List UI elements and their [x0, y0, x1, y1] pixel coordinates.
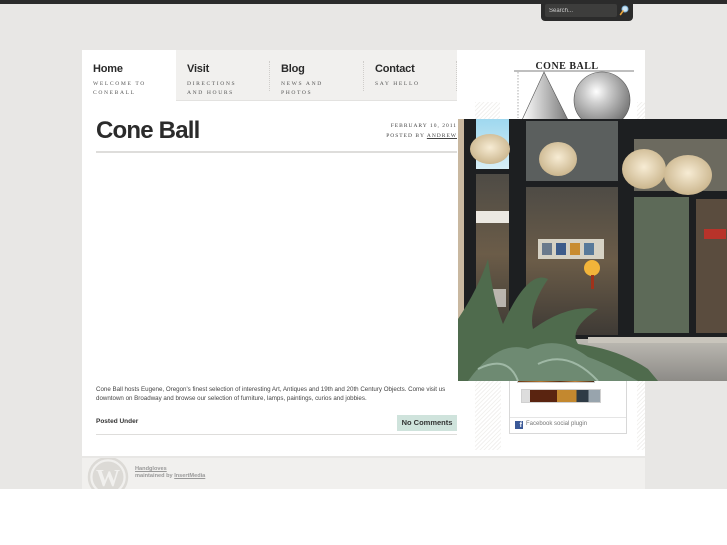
svg-text:W: W	[96, 466, 120, 489]
facebook-photo-thumbnail[interactable]	[521, 389, 601, 403]
post-bottom-divider	[96, 434, 457, 435]
cone-ball-logo[interactable]: CONE BALL	[500, 60, 634, 122]
author-link[interactable]: ANDREW	[427, 133, 457, 139]
nav-item-title: Visit	[187, 63, 210, 75]
post-title[interactable]: Cone Ball	[96, 117, 200, 145]
storefront-photo-illustration	[458, 119, 727, 381]
post-meta: FEBRUARY 10, 2011 POSTED BY ANDREW	[386, 121, 457, 141]
maintained-by-label: maintained by	[135, 473, 173, 479]
wordpress-logo-icon: W	[87, 458, 129, 489]
nav-item-title: Blog	[281, 63, 305, 75]
nav-item-subtitle: SAY HELLO	[375, 81, 420, 87]
nav-item-blog[interactable]: Blog NEWS AND PHOTOS	[270, 50, 364, 100]
magnifier-icon[interactable]	[619, 5, 629, 16]
nav-item-subtitle: DIRECTIONS AND HOURS	[187, 81, 237, 96]
title-divider	[96, 151, 457, 153]
nav-item-title: Home	[93, 63, 123, 75]
theme-link[interactable]: Handgloves	[135, 466, 167, 472]
facebook-plugin-footer: f Facebook social plugin	[510, 417, 626, 433]
post-date: FEBRUARY 10, 2011	[390, 123, 457, 129]
nav-item-contact[interactable]: Contact SAY HELLO	[364, 50, 458, 100]
nav-item-subtitle: WELCOME TO CONEBALL	[93, 81, 146, 96]
nav-divider	[456, 61, 457, 91]
facebook-icon: f	[515, 421, 523, 429]
cone-and-ball-illustration	[514, 70, 634, 122]
storefront-photo[interactable]	[458, 119, 727, 381]
nav-item-home[interactable]: Home WELCOME TO CONEBALL	[82, 50, 176, 101]
nav-item-visit[interactable]: Visit DIRECTIONS AND HOURS	[176, 50, 270, 100]
site-footer: W Handgloves maintained by InsertMedia	[82, 458, 645, 489]
nav-item-title: Contact	[375, 63, 415, 75]
post-body: Cone Ball hosts Eugene, Oregon's finest …	[96, 386, 446, 402]
posted-under-label: Posted Under	[96, 418, 139, 425]
footer-credits: Handgloves maintained by InsertMedia	[135, 466, 205, 480]
maintainer-link[interactable]: InsertMedia	[174, 473, 205, 479]
comments-button[interactable]: No Comments	[397, 415, 457, 431]
post-author-line: POSTED BY ANDREW	[386, 131, 457, 141]
nav-item-subtitle: NEWS AND PHOTOS	[281, 81, 323, 96]
posted-by-label: POSTED BY	[386, 133, 425, 139]
search-box	[541, 0, 633, 21]
search-input[interactable]	[545, 4, 617, 17]
facebook-plugin-label[interactable]: Facebook social plugin	[526, 421, 587, 427]
main-navigation: Home WELCOME TO CONEBALL Visit DIRECTION…	[82, 50, 457, 101]
